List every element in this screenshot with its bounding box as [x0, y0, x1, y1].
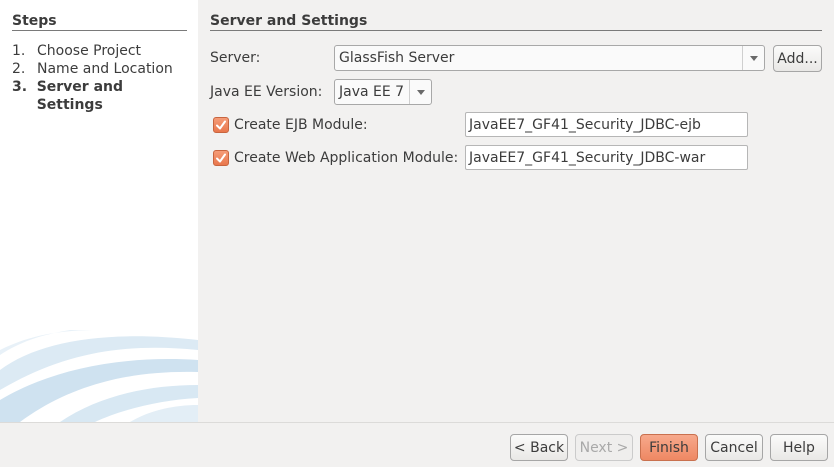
footer-divider — [0, 422, 834, 423]
help-button[interactable]: Help — [770, 434, 828, 461]
chevron-down-icon[interactable] — [409, 80, 431, 104]
steps-title: Steps — [12, 13, 57, 29]
decorative-swoosh-graphic — [0, 330, 198, 422]
chevron-down-icon[interactable] — [742, 46, 764, 70]
server-label: Server: — [210, 50, 261, 66]
checkmark-icon — [216, 153, 226, 163]
step-item-name-location: 2. Name and Location — [12, 60, 192, 78]
steps-divider — [12, 30, 187, 31]
checkmark-icon — [216, 120, 226, 130]
ejb-module-name-input[interactable]: JavaEE7_GF41_Security_JDBC-ejb — [465, 112, 748, 137]
step-item-choose-project: 1. Choose Project — [12, 42, 192, 60]
create-ejb-module-checkbox[interactable] — [213, 117, 229, 133]
steps-panel: Steps 1. Choose Project 2. Name and Loca… — [0, 0, 198, 422]
step-number: 1. — [12, 43, 26, 59]
create-ejb-module-label[interactable]: Create EJB Module: — [234, 116, 368, 134]
server-select-value: GlassFish Server — [339, 50, 455, 66]
steps-list: 1. Choose Project 2. Name and Location 3… — [12, 42, 192, 113]
add-server-button[interactable]: Add... — [773, 45, 822, 72]
finish-button[interactable]: Finish — [640, 434, 698, 461]
java-ee-version-label: Java EE Version: — [210, 84, 323, 100]
title-divider — [210, 30, 822, 31]
page-title: Server and Settings — [210, 13, 368, 29]
create-web-module-checkbox[interactable] — [213, 150, 229, 166]
step-item-server-settings: 3. Server and Settings — [12, 78, 192, 113]
web-module-name-input[interactable]: JavaEE7_GF41_Security_JDBC-war — [465, 145, 748, 170]
step-number: 3. — [12, 79, 28, 95]
next-button[interactable]: Next > — [575, 434, 633, 461]
step-label: Choose Project — [37, 43, 142, 59]
back-button[interactable]: < Back — [510, 434, 568, 461]
create-web-module-label[interactable]: Create Web Application Module: — [234, 149, 458, 167]
java-ee-version-select[interactable]: Java EE 7 — [334, 79, 432, 105]
step-label: Server and Settings — [36, 79, 124, 113]
cancel-button[interactable]: Cancel — [705, 434, 763, 461]
server-select[interactable]: GlassFish Server — [334, 45, 765, 71]
step-number: 2. — [12, 61, 26, 77]
step-label: Name and Location — [37, 61, 173, 77]
java-ee-version-value: Java EE 7 — [339, 84, 405, 100]
